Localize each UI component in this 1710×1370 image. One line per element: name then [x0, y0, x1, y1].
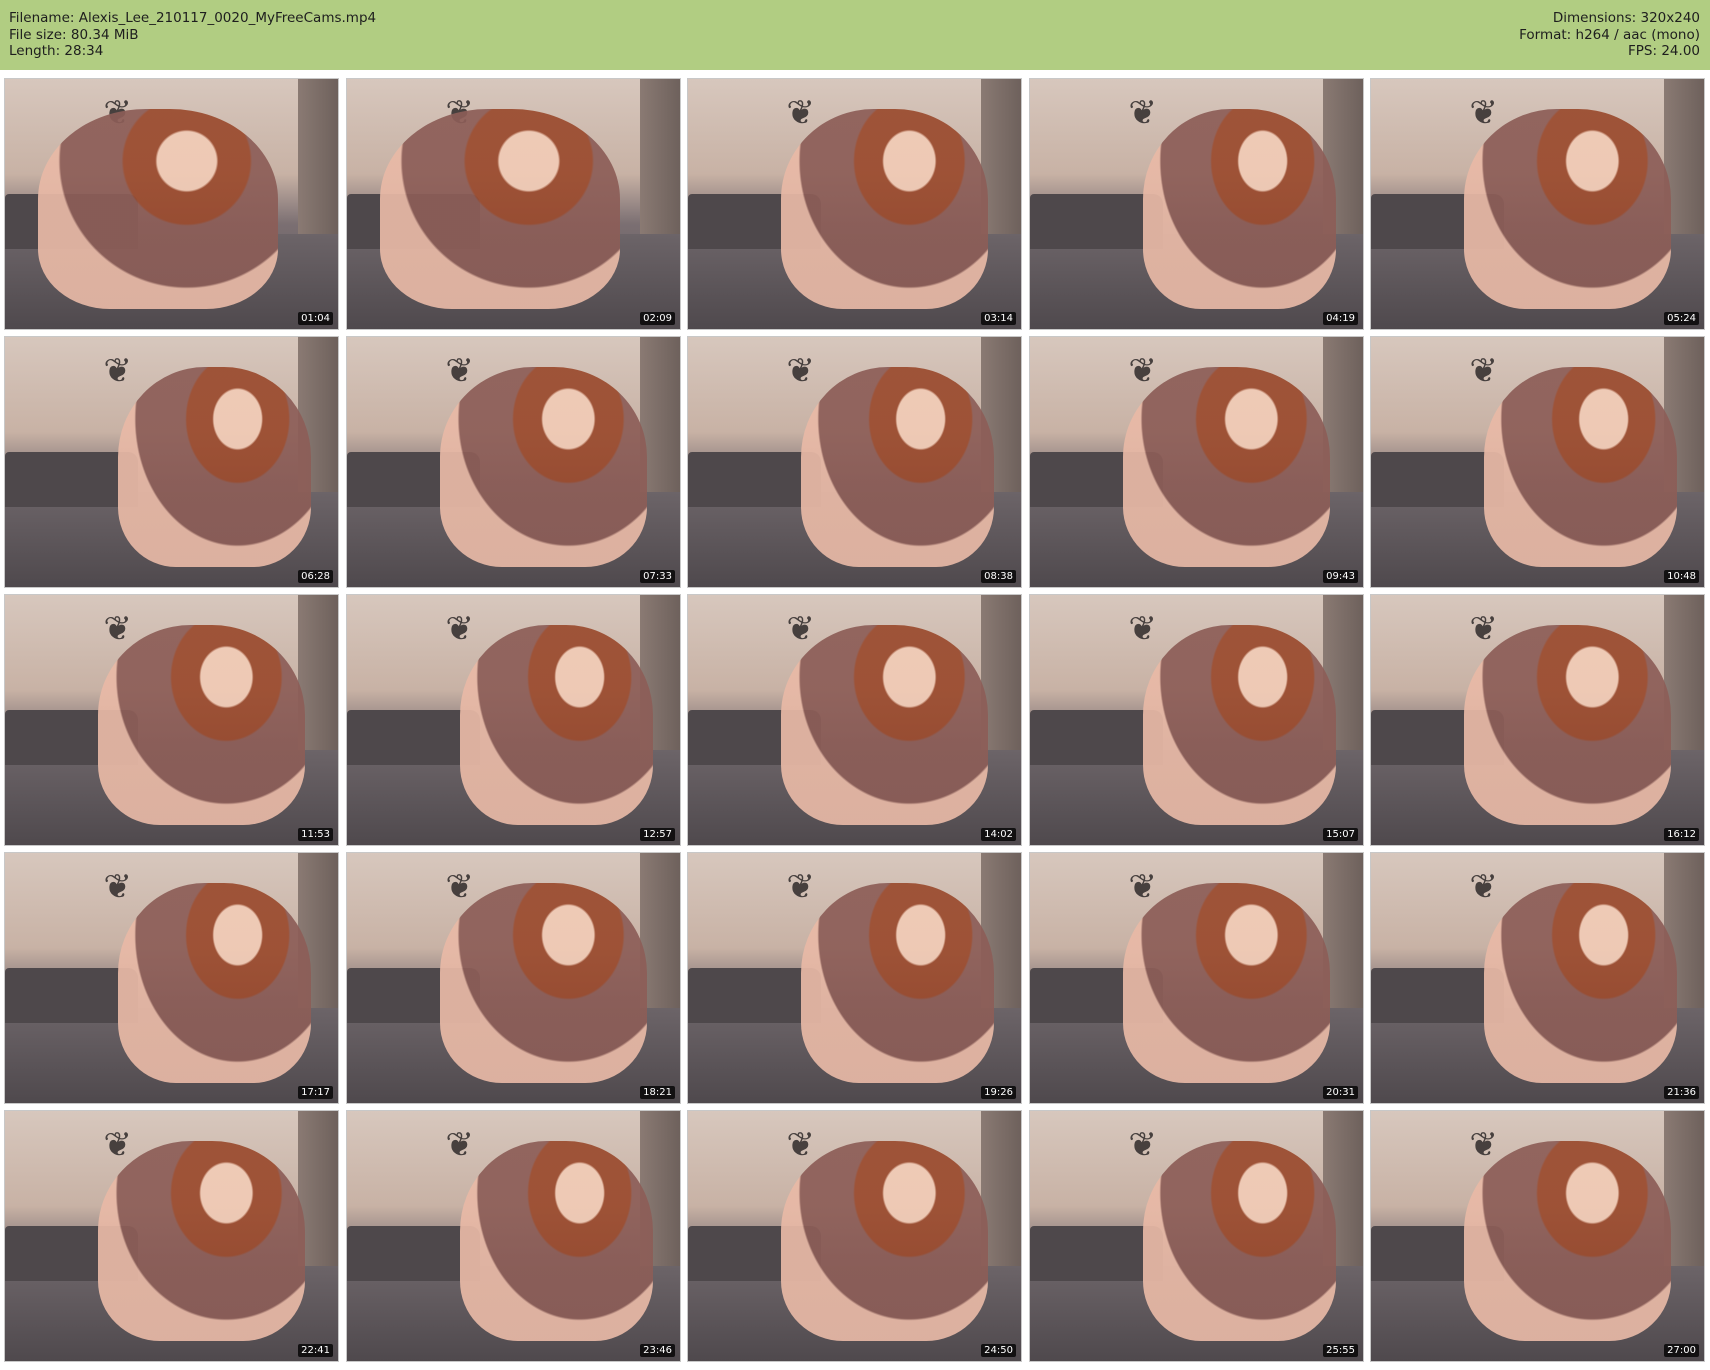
timestamp-label: 20:31 — [1323, 1086, 1358, 1099]
file-info-right: Dimensions: 320x240 Format: h264 / aac (… — [1519, 10, 1700, 60]
frame-subject — [1143, 625, 1337, 825]
wall-decal-icon: ❦ — [786, 351, 815, 391]
filesize-text: File size: 80.34 MiB — [9, 26, 139, 43]
wall-decal-icon: ❦ — [1469, 351, 1498, 391]
video-thumbnail[interactable]: ❦ 15:07 — [1029, 594, 1364, 846]
fps-text: FPS: 24.00 — [1628, 43, 1700, 59]
timestamp-label: 05:24 — [1664, 312, 1699, 325]
video-thumbnail[interactable]: ❦02:09 — [346, 78, 681, 330]
frame-subject — [801, 367, 995, 567]
timestamp-label: 19:26 — [981, 1086, 1016, 1099]
timestamp-label: 27:00 — [1664, 1344, 1699, 1357]
frame-subject — [1123, 367, 1330, 567]
timestamp-label: 14:02 — [981, 828, 1016, 841]
timestamp-label: 12:57 — [640, 828, 675, 841]
timestamp-label: 23:46 — [640, 1344, 675, 1357]
timestamp-label: 11:53 — [298, 828, 333, 841]
video-thumbnail[interactable]: ❦ 25:55 — [1029, 1110, 1364, 1362]
timestamp-label: 06:28 — [298, 570, 333, 583]
video-thumbnail[interactable]: ❦ 22:41 — [4, 1110, 339, 1362]
wall-decal-icon: ❦ — [103, 867, 132, 907]
video-thumbnail[interactable]: ❦ 16:12 — [1370, 594, 1705, 846]
timestamp-label: 10:48 — [1664, 570, 1699, 583]
wall-decal-icon: ❦ — [445, 1125, 474, 1165]
frame-subject — [440, 883, 647, 1083]
video-thumbnail[interactable]: ❦ 18:21 — [346, 852, 681, 1104]
timestamp-label: 17:17 — [298, 1086, 333, 1099]
timestamp-label: 24:50 — [981, 1344, 1016, 1357]
wall-decal-icon: ❦ — [103, 351, 132, 391]
frame-curtain — [640, 79, 680, 234]
frame-subject — [781, 625, 988, 825]
wall-decal-icon: ❦ — [445, 609, 474, 649]
filename-text: Filename: Alexis_Lee_210117_0020_MyFreeC… — [9, 10, 377, 26]
thumbnail-grid: ❦01:04❦02:09❦03:14❦04:19❦05:24❦06:28❦07:… — [0, 70, 1710, 1370]
video-thumbnail[interactable]: ❦ 21:36 — [1370, 852, 1705, 1104]
timestamp-label: 08:38 — [981, 570, 1016, 583]
timestamp-label: 07:33 — [640, 570, 675, 583]
timestamp-label: 25:55 — [1323, 1344, 1358, 1357]
video-thumbnail[interactable]: ❦ 09:43 — [1029, 336, 1364, 588]
file-info-left: Filename: Alexis_Lee_210117_0020_MyFreeC… — [9, 10, 376, 60]
frame-subject — [38, 109, 279, 309]
timestamp-label: 04:19 — [1323, 312, 1358, 325]
frame-subject — [1484, 367, 1678, 567]
frame-subject — [1464, 1141, 1671, 1341]
format-text: Format: h264 / aac (mono) — [1519, 26, 1700, 43]
frame-subject — [1464, 625, 1671, 825]
video-thumbnail[interactable]: ❦ 05:24 — [1370, 78, 1705, 330]
video-thumbnail[interactable]: ❦ 17:17 — [4, 852, 339, 1104]
video-thumbnail[interactable]: ❦ 06:28 — [4, 336, 339, 588]
video-thumbnail[interactable]: ❦ 19:26 — [687, 852, 1022, 1104]
timestamp-label: 03:14 — [981, 312, 1016, 325]
video-thumbnail[interactable]: ❦ 03:14 — [687, 78, 1022, 330]
frame-subject — [1123, 883, 1330, 1083]
dimensions-text: Dimensions: 320x240 — [1552, 10, 1700, 26]
timestamp-label: 18:21 — [640, 1086, 675, 1099]
frame-subject — [98, 625, 305, 825]
frame-subject — [1464, 109, 1671, 309]
frame-subject — [801, 883, 995, 1083]
wall-decal-icon: ❦ — [1128, 1125, 1157, 1165]
wall-decal-icon: ❦ — [786, 867, 815, 907]
frame-subject — [781, 109, 988, 309]
wall-decal-icon: ❦ — [1128, 609, 1157, 649]
frame-subject — [98, 1141, 305, 1341]
video-thumbnail[interactable]: ❦ 24:50 — [687, 1110, 1022, 1362]
frame-subject — [781, 1141, 988, 1341]
frame-subject — [1484, 883, 1678, 1083]
video-thumbnail[interactable]: ❦ 12:57 — [346, 594, 681, 846]
frame-subject — [118, 883, 312, 1083]
frame-subject — [118, 367, 312, 567]
video-thumbnail[interactable]: ❦ 27:00 — [1370, 1110, 1705, 1362]
timestamp-label: 01:04 — [298, 312, 333, 325]
video-thumbnail[interactable]: ❦ 04:19 — [1029, 78, 1364, 330]
frame-subject — [1143, 109, 1337, 309]
frame-subject — [1143, 1141, 1337, 1341]
video-thumbnail[interactable]: ❦ 07:33 — [346, 336, 681, 588]
frame-subject — [440, 367, 647, 567]
wall-decal-icon: ❦ — [1128, 93, 1157, 133]
frame-subject — [460, 1141, 654, 1341]
frame-subject — [380, 109, 621, 309]
video-thumbnail[interactable]: ❦ 14:02 — [687, 594, 1022, 846]
video-thumbnail[interactable]: ❦ 20:31 — [1029, 852, 1364, 1104]
timestamp-label: 16:12 — [1664, 828, 1699, 841]
timestamp-label: 21:36 — [1664, 1086, 1699, 1099]
timestamp-label: 09:43 — [1323, 570, 1358, 583]
video-thumbnail[interactable]: ❦ 11:53 — [4, 594, 339, 846]
frame-curtain — [298, 79, 338, 234]
timestamp-label: 02:09 — [640, 312, 675, 325]
timestamp-label: 15:07 — [1323, 828, 1358, 841]
video-thumbnail[interactable]: ❦ 10:48 — [1370, 336, 1705, 588]
video-thumbnail[interactable]: ❦ 23:46 — [346, 1110, 681, 1362]
frame-subject — [460, 625, 654, 825]
video-thumbnail[interactable]: ❦01:04 — [4, 78, 339, 330]
timestamp-label: 22:41 — [298, 1344, 333, 1357]
info-header: Filename: Alexis_Lee_210117_0020_MyFreeC… — [0, 0, 1710, 70]
video-thumbnail[interactable]: ❦ 08:38 — [687, 336, 1022, 588]
length-text: Length: 28:34 — [9, 43, 104, 59]
wall-decal-icon: ❦ — [1469, 867, 1498, 907]
